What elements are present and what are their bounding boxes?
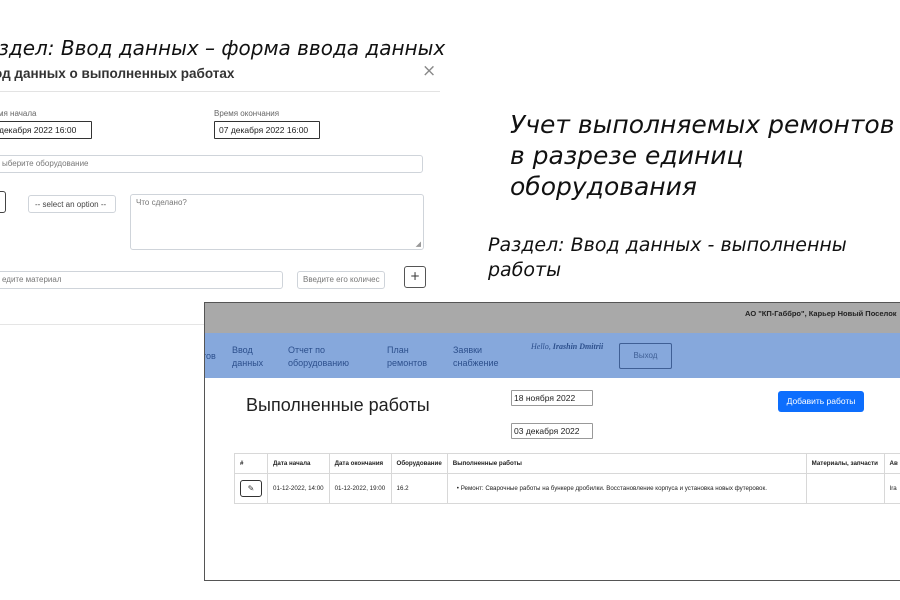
section-caption-line2: работы — [488, 259, 562, 281]
quantity-input[interactable]: Введите его количес — [297, 271, 385, 289]
table-cell-equipment: 16.2 — [390, 473, 448, 504]
section-caption-completed-works: Раздел: Ввод данных - выполненны работы — [488, 233, 900, 283]
column-header: # — [234, 453, 268, 474]
nav-item-label: План — [387, 345, 409, 355]
work-done-placeholder: Что сделано? — [136, 198, 187, 207]
nav-item-data-input[interactable]: Ввод данных — [232, 344, 263, 370]
resize-handle-icon[interactable]: ◢ — [416, 240, 421, 248]
logout-button[interactable]: Выход — [619, 343, 672, 369]
table-cell-end: 01-12-2022, 19:00 — [328, 473, 392, 504]
end-time-label: Время окончания — [214, 109, 280, 118]
work-description: Ремонт: Сварочные работы на бункере дроб… — [460, 485, 767, 492]
bullet-icon: • — [456, 485, 459, 492]
edit-button[interactable]: ✎ — [240, 480, 262, 497]
start-time-label: мя начала — [0, 109, 37, 118]
greeting-prefix: Hello, — [531, 342, 553, 351]
works-table: # Дата начала Дата окончания Оборудовани… — [234, 453, 900, 504]
nav-item-clipped[interactable]: тов — [205, 350, 216, 363]
nav-item-supply-requests[interactable]: Заявки снабжение — [453, 344, 499, 370]
nav-bar: тов Ввод данных Отчет по оборудованию Пл… — [205, 333, 900, 378]
section-caption-input-form: аздел: Ввод данных – форма ввода данных — [0, 36, 446, 60]
column-header: Оборудование — [390, 453, 448, 474]
user-name: Irashin Dmitrii — [552, 342, 604, 351]
table-row: ✎ 01-12-2022, 14:00 01-12-2022, 19:00 16… — [234, 473, 900, 504]
nav-item-repair-plan[interactable]: План ремонтов — [387, 344, 427, 370]
table-cell-actions: ✎ — [234, 473, 268, 504]
add-material-button[interactable]: + — [404, 266, 426, 288]
work-entry-modal: од данных о выполненных работах × мя нач… — [0, 60, 440, 325]
close-icon[interactable]: × — [422, 61, 436, 81]
add-works-button[interactable]: Добавить работы — [778, 391, 864, 412]
nav-item-label: данных — [232, 358, 264, 368]
nav-item-label: Заявки — [453, 345, 483, 355]
column-header: Дата окончания — [328, 453, 392, 474]
table-cell-materials — [805, 473, 885, 504]
column-header: Дата начала — [267, 453, 330, 474]
modal-header-divider — [0, 91, 440, 92]
page-title: Выполненные работы — [246, 395, 430, 415]
date-to-input[interactable]: 03 декабря 2022 — [511, 423, 593, 439]
column-header: Ав — [883, 453, 900, 474]
end-time-input[interactable]: 07 декабря 2022 16:00 — [214, 121, 320, 139]
user-greeting: Hello, Irashin Dmitrii — [531, 342, 603, 351]
pencil-icon: ✎ — [247, 484, 255, 493]
table-header-row: # Дата начала Дата окончания Оборудовани… — [234, 453, 900, 474]
nav-item-equipment-report[interactable]: Отчет по оборудованию — [288, 344, 349, 370]
nav-item-label: Отчет по — [288, 345, 326, 355]
material-input[interactable]: едите материал — [0, 271, 283, 289]
top-bar: АО "КП-Габбро", Карьер Новый Поселок — [205, 303, 900, 333]
nav-item-label: ремонтов — [387, 358, 427, 368]
start-time-input[interactable]: декабря 2022 16:00 — [0, 121, 92, 139]
modal-title: од данных о выполненных работах — [0, 66, 235, 81]
company-name: АО "КП-Габбро", Карьер Новый Поселок — [745, 309, 897, 318]
equipment-select[interactable]: ыберите оборудование — [0, 155, 423, 173]
option-select[interactable]: -- select an option -- — [28, 195, 116, 213]
completed-works-screen: АО "КП-Габбро", Карьер Новый Поселок тов… — [204, 302, 900, 581]
table-cell-start: 01-12-2022, 14:00 — [267, 473, 330, 504]
table-cell-work: • Ремонт: Сварочные работы на бункере др… — [446, 473, 807, 504]
table-cell-author: Ira — [883, 473, 900, 504]
nav-item-label: Ввод — [232, 345, 253, 355]
section-caption-line1: Раздел: Ввод данных - выполненны — [488, 234, 847, 256]
slide-heading: Учет выполняемых ремонтов в разрезе един… — [510, 110, 895, 201]
equipment-type-select[interactable] — [0, 191, 6, 213]
nav-item-label: снабжение — [453, 358, 499, 368]
column-header: Выполненные работы — [446, 453, 807, 474]
date-from-input[interactable]: 18 ноября 2022 — [511, 390, 593, 406]
work-done-textarea[interactable]: Что сделано? ◢ — [130, 194, 424, 250]
column-header: Материалы, запчасти — [805, 453, 885, 474]
nav-item-label: оборудованию — [288, 358, 349, 368]
